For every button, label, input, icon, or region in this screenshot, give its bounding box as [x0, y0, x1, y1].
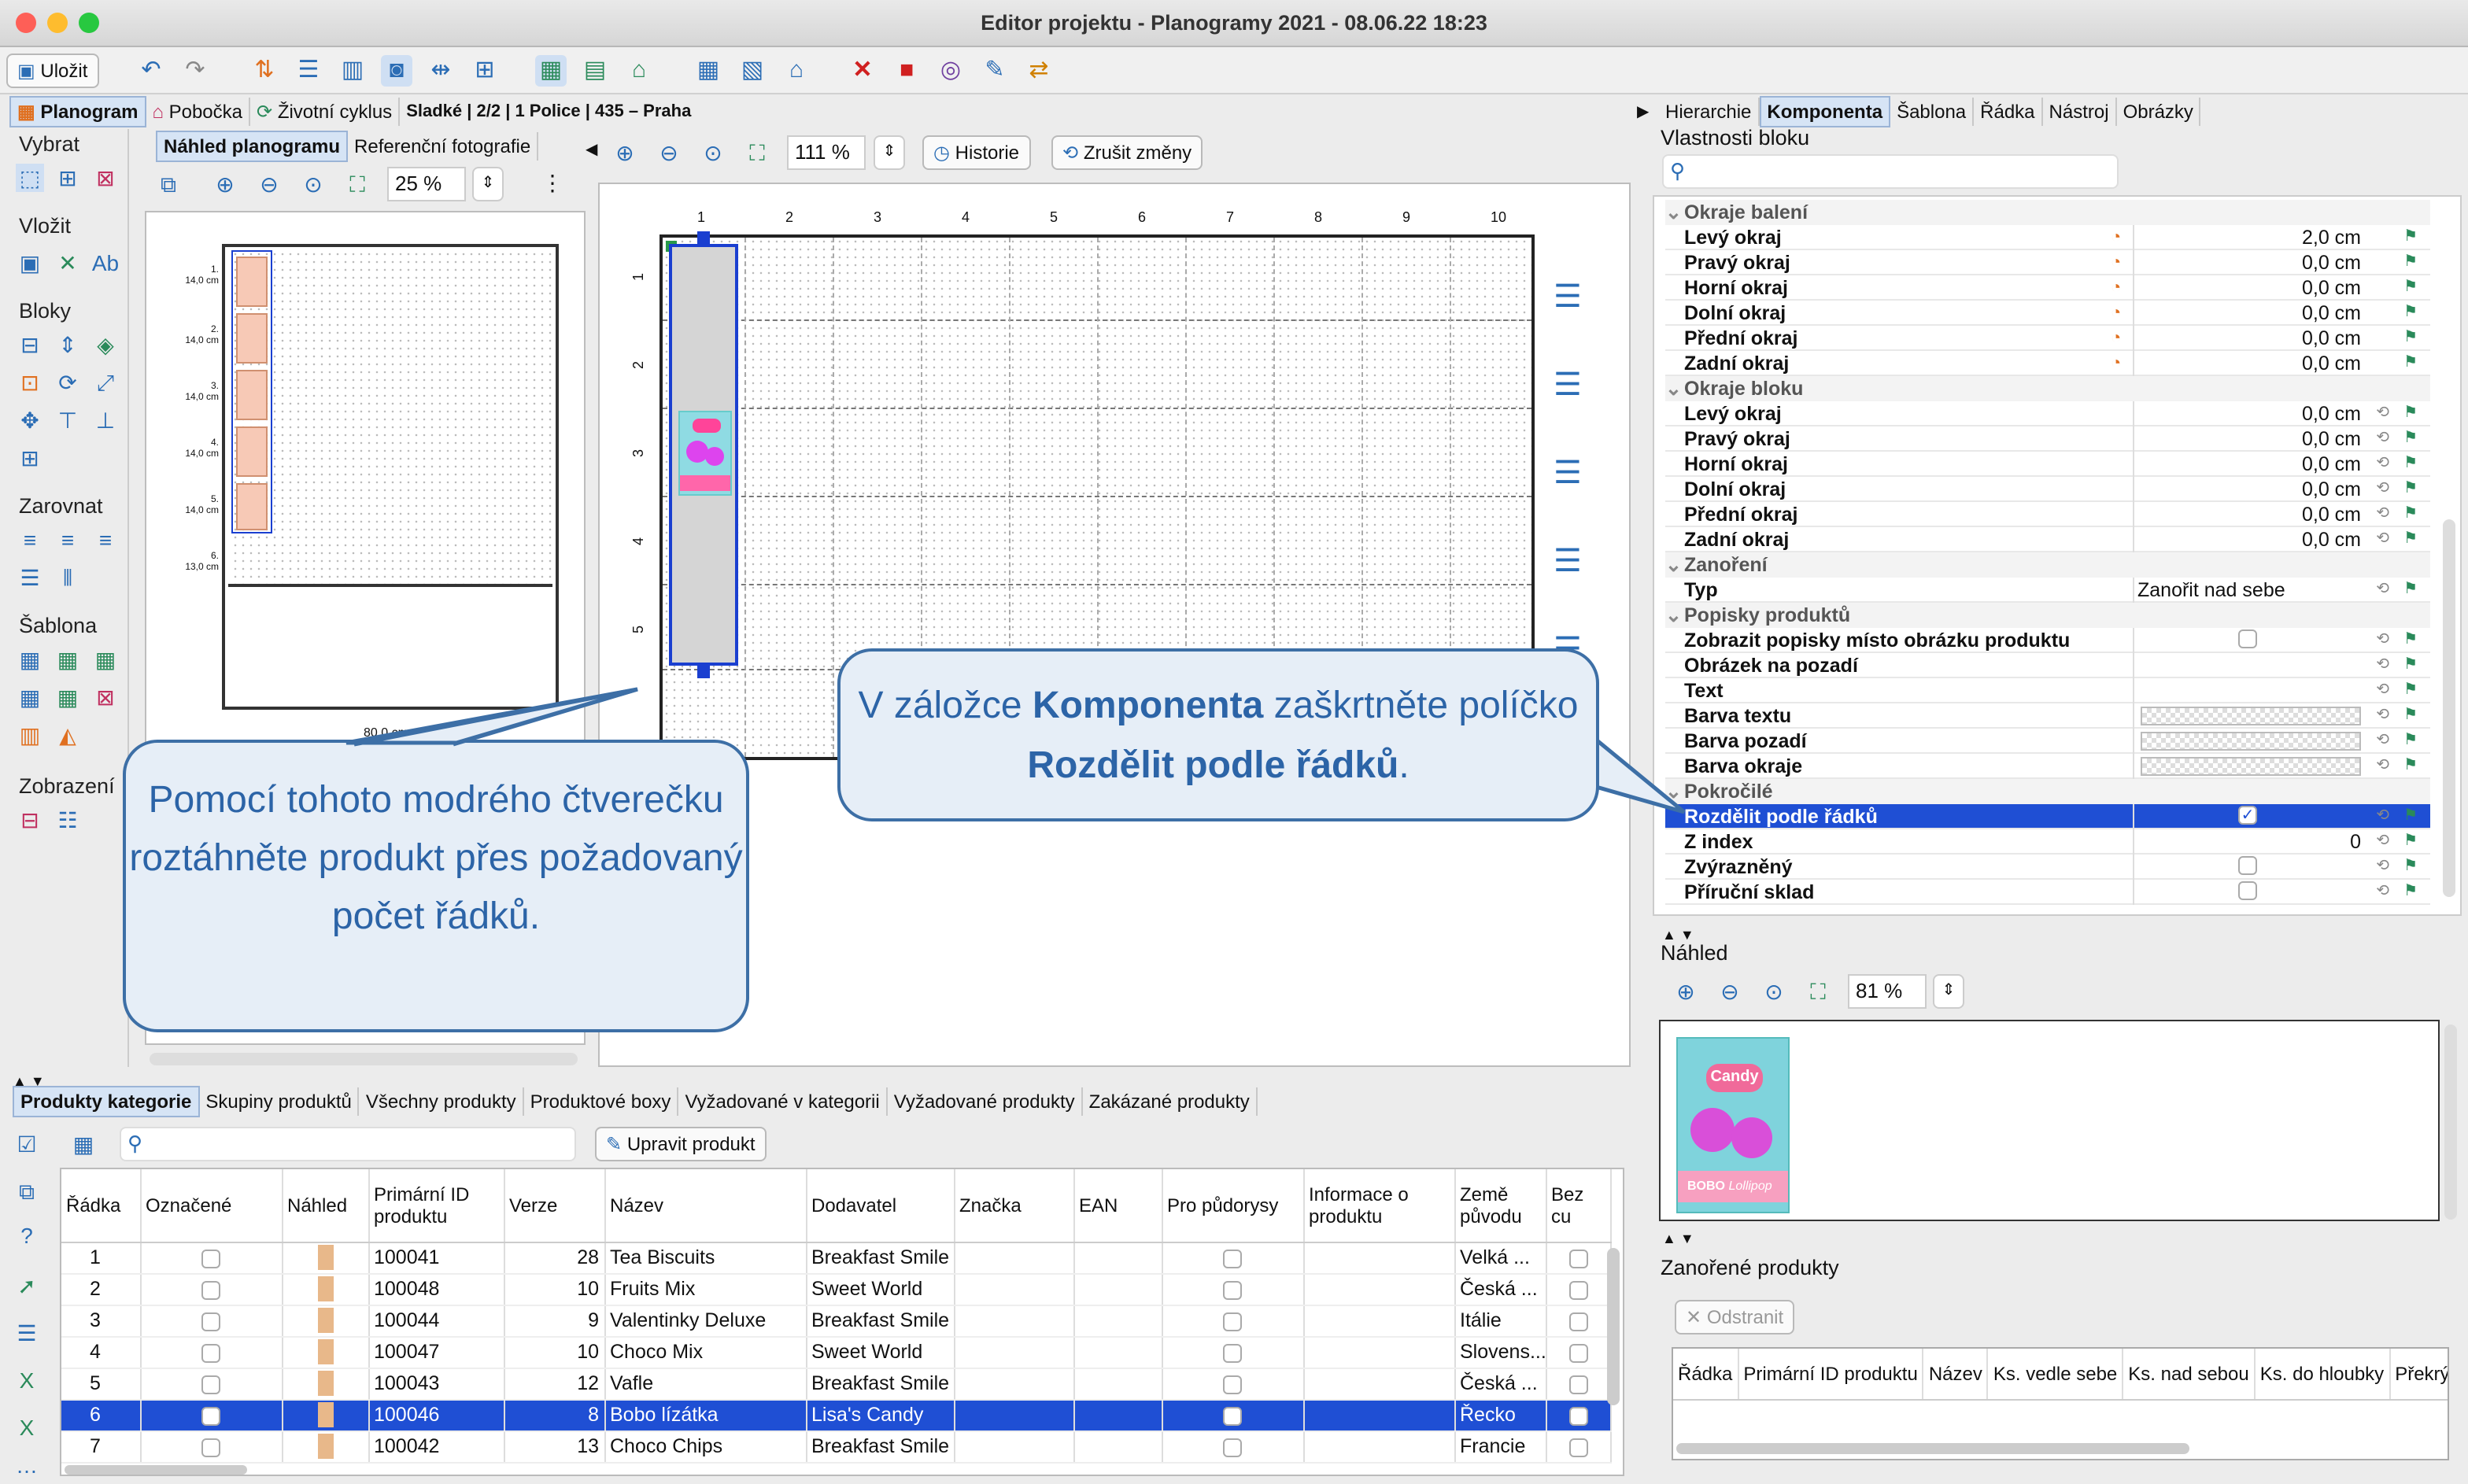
callout-right-text: V záložce	[858, 685, 1033, 727]
callout-right-bold: Rozdělit podle řádků	[1027, 744, 1399, 787]
callout-right-text: zaškrtněte políčko	[1263, 685, 1579, 727]
callout-right-text: .	[1398, 744, 1409, 787]
callout-right-bold: Komponenta	[1032, 685, 1264, 727]
callout-right: V záložce Komponenta zaškrtněte políčko …	[837, 648, 1599, 821]
callout-left-pointer-outline	[353, 687, 638, 747]
